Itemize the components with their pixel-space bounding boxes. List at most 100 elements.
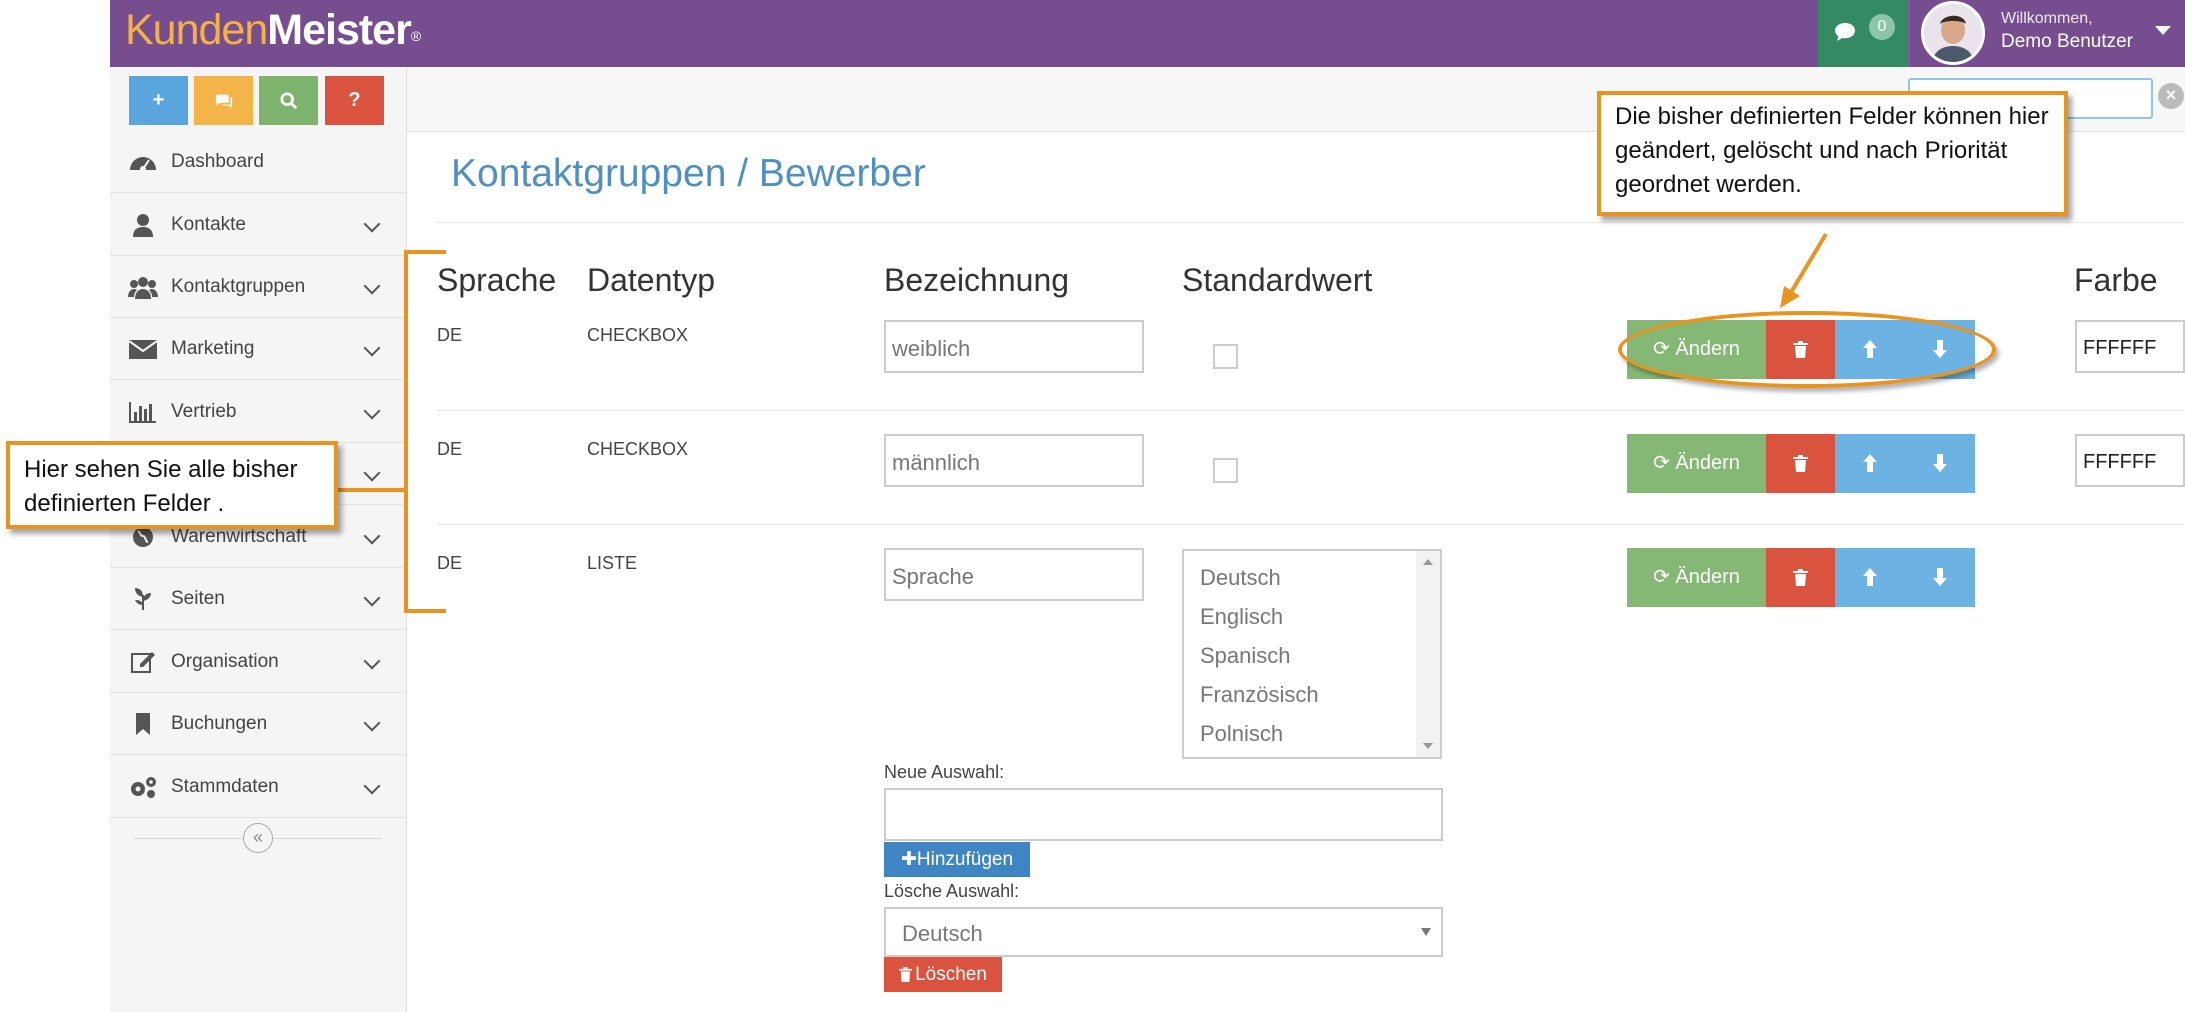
fields-bracket-annotation <box>404 250 446 613</box>
arrow-up-icon <box>1863 568 1877 586</box>
collapse-sidebar-icon[interactable]: « <box>243 823 273 853</box>
question-icon: ? <box>348 89 361 111</box>
row-divider <box>437 410 2185 411</box>
chevron-down-icon <box>363 777 381 795</box>
list-option[interactable]: Polnisch <box>1200 721 1283 747</box>
row-divider <box>437 524 2185 525</box>
help-button[interactable]: ? <box>325 76 384 125</box>
scroll-down-icon[interactable] <box>1423 743 1433 749</box>
gears-icon <box>131 777 156 798</box>
sidebar-item-kontaktgruppen[interactable]: Kontaktgruppen <box>110 256 406 318</box>
row2-move-up-button[interactable] <box>1835 434 1905 493</box>
sidebar-item-kontakte[interactable]: Kontakte <box>110 194 406 256</box>
row3-move-up-button[interactable] <box>1835 548 1905 607</box>
chevron-down-icon <box>363 464 381 482</box>
message-count-badge: 0 <box>1869 14 1895 40</box>
list-option[interactable]: Englisch <box>1200 604 1283 630</box>
sidebar-item-buchungen[interactable]: Buchungen <box>110 693 406 755</box>
row3-options-listbox[interactable]: Deutsch Englisch Spanisch Französisch Po… <box>1182 549 1442 759</box>
arrow-down-icon <box>1933 568 1947 586</box>
trash-icon <box>1793 569 1808 586</box>
delete-choice-button[interactable]: Löschen <box>884 957 1002 992</box>
chevron-down-icon <box>363 652 381 670</box>
bracket-connector <box>338 488 408 492</box>
welcome-text: Willkommen, <box>2001 10 2093 27</box>
chat-button[interactable] <box>194 76 253 125</box>
edit-icon <box>131 652 155 673</box>
row1-farbe-input[interactable]: FFFFFF <box>2075 320 2185 373</box>
title-divider <box>437 222 2185 223</box>
leaf-icon <box>135 588 151 610</box>
sidebar-item-dashboard[interactable]: Dashboard <box>110 131 406 193</box>
user-icon <box>133 214 153 237</box>
list-option[interactable]: Spanisch <box>1200 643 1291 669</box>
user-menu[interactable]: Willkommen, Demo Benutzer <box>1908 0 2185 67</box>
clear-search-icon[interactable]: × <box>2158 83 2184 109</box>
user-name: Demo Benutzer <box>2001 31 2134 52</box>
row1-default-checkbox[interactable] <box>1213 344 1238 369</box>
list-option[interactable]: Französisch <box>1200 682 1319 708</box>
row1-bezeichnung-input[interactable]: weiblich <box>884 320 1144 373</box>
caret-down-icon <box>2155 26 2171 35</box>
chevron-down-icon <box>363 215 381 233</box>
chevron-down-icon <box>363 277 381 295</box>
row2-bezeichnung-input[interactable]: männlich <box>884 434 1144 487</box>
callout-arrow <box>1780 232 1828 308</box>
new-choice-input[interactable] <box>884 788 1443 841</box>
delete-choice-label: Lösche Auswahl: <box>884 881 1020 901</box>
chevron-down-icon <box>363 527 381 545</box>
plus-icon: ✚ <box>900 849 917 870</box>
bookmark-icon <box>136 713 150 735</box>
sidebar-item-marketing[interactable]: Marketing <box>110 318 406 380</box>
row3-datentyp: LISTE <box>587 553 638 573</box>
row2-delete-button[interactable] <box>1766 434 1835 493</box>
scroll-up-icon[interactable] <box>1423 559 1433 565</box>
select-caret-icon <box>1421 928 1431 936</box>
arrow-down-icon <box>1933 454 1947 472</box>
list-option[interactable]: Deutsch <box>1200 565 1281 591</box>
refresh-icon: ⟳ <box>1653 566 1676 588</box>
row3-action-buttons: ⟳ Ändern <box>1627 548 1975 607</box>
row1-datentyp: CHECKBOX <box>587 325 689 345</box>
column-header-sprache: Sprache <box>437 262 557 298</box>
row2-default-checkbox[interactable] <box>1213 458 1238 483</box>
callout-all-fields: Hier sehen Sie alle bisher definierten F… <box>6 441 338 529</box>
column-header-standardwert: Standardwert <box>1182 262 1373 298</box>
row3-bezeichnung-input[interactable]: Sprache <box>884 548 1144 601</box>
row3-move-down-button[interactable] <box>1905 548 1975 607</box>
callout-edit-fields: Die bisher definierten Felder können hie… <box>1597 91 2068 216</box>
listbox-scrollbar[interactable] <box>1416 551 1440 757</box>
sidebar-item-stammdaten[interactable]: Stammdaten <box>110 756 406 818</box>
sidebar-item-seiten[interactable]: Seiten <box>110 568 406 630</box>
trash-icon <box>1793 455 1808 472</box>
bar-chart-icon <box>129 402 156 423</box>
row2-edit-button[interactable]: ⟳ Ändern <box>1627 434 1766 493</box>
sidebar-item-organisation[interactable]: Organisation <box>110 631 406 693</box>
row2-datentyp: CHECKBOX <box>587 439 689 459</box>
chat-icon <box>215 94 232 109</box>
row2-move-down-button[interactable] <box>1905 434 1975 493</box>
add-button[interactable]: + <box>129 76 188 125</box>
arrow-up-icon <box>1863 454 1877 472</box>
plus-icon: + <box>152 89 165 111</box>
chevron-down-icon <box>363 339 381 357</box>
messages-button[interactable]: 0 <box>1818 0 1907 67</box>
dashboard-icon <box>130 157 156 172</box>
add-choice-button[interactable]: ✚Hinzufügen <box>884 842 1030 877</box>
action-buttons-highlight <box>1618 311 1996 388</box>
chevron-down-icon <box>363 714 381 732</box>
app-logo[interactable]: KundenMeister® <box>125 2 421 62</box>
row3-delete-button[interactable] <box>1766 548 1835 607</box>
row2-farbe-input[interactable]: FFFFFF <box>2075 434 2185 487</box>
search-icon <box>279 92 297 110</box>
row3-edit-button[interactable]: ⟳ Ändern <box>1627 548 1766 607</box>
page-title: Kontaktgruppen / Bewerber <box>451 152 926 195</box>
envelope-icon <box>128 340 158 359</box>
new-choice-label: Neue Auswahl: <box>884 762 1005 782</box>
sidebar-item-vertrieb[interactable]: Vertrieb <box>110 381 406 443</box>
column-header-bezeichnung: Bezeichnung <box>884 262 1070 298</box>
search-button[interactable] <box>259 76 318 125</box>
chevron-down-icon <box>363 402 381 420</box>
avatar <box>1921 1 1985 65</box>
delete-choice-select[interactable]: Deutsch <box>884 907 1443 957</box>
